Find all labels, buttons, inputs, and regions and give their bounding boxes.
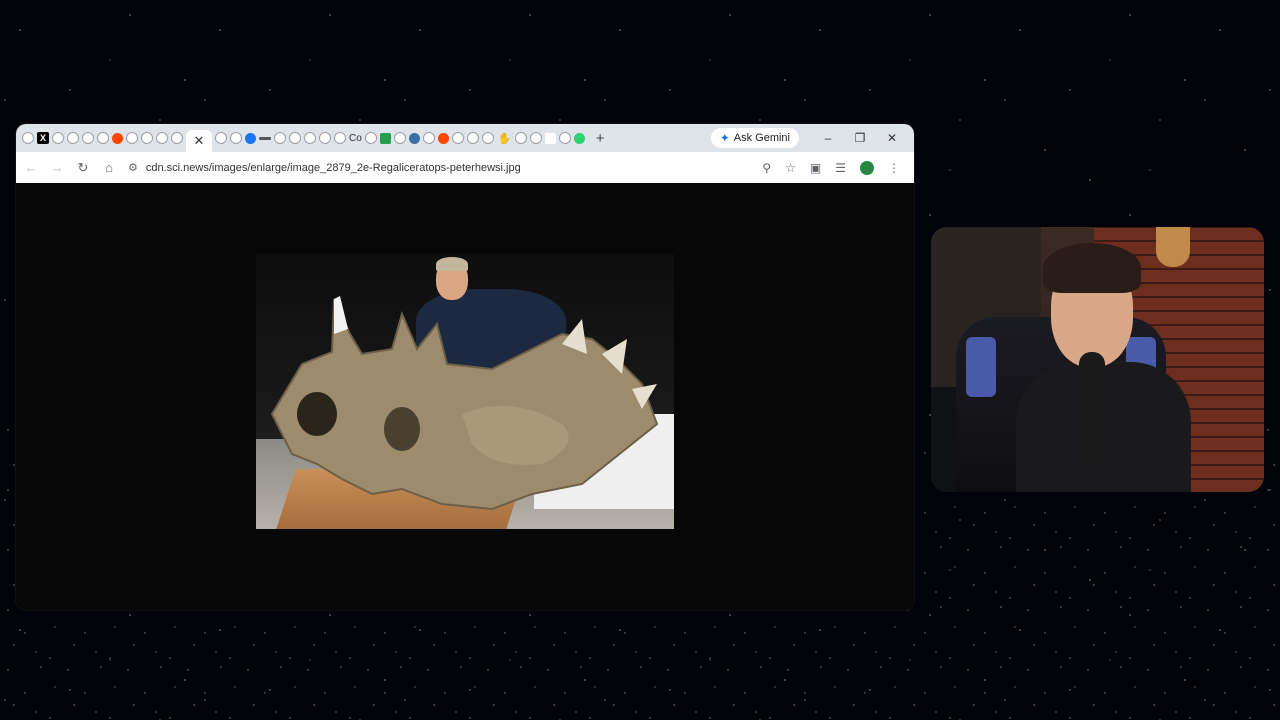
globe-icon[interactable] [364,132,377,144]
globe-icon[interactable] [304,132,316,144]
globe-icon[interactable] [451,132,464,144]
wordpress-icon[interactable] [408,132,420,144]
webcam-microphone [1079,352,1105,467]
globe-icon[interactable] [82,132,94,144]
photo-person-hair [436,257,468,271]
globe-icon[interactable] [319,132,331,144]
globe-icon[interactable] [481,132,494,144]
wikipedia-icon[interactable] [156,132,168,144]
site-info-icon[interactable]: ⚙ [128,161,138,174]
fossil-photo [256,254,674,529]
tab-active-close-button[interactable]: ✕ [186,130,212,152]
gemini-spark-icon: ✦ [719,131,730,145]
green-square-icon[interactable] [379,132,391,144]
globe-icon[interactable] [52,132,64,144]
white-square-icon[interactable] [544,132,556,144]
globe-icon[interactable] [529,132,542,144]
reddit-icon[interactable] [437,132,449,144]
dinosaur-skull-fossil [270,296,659,511]
globe-icon[interactable] [22,132,34,144]
globe-icon[interactable] [171,132,183,144]
globe-icon[interactable] [230,132,242,144]
zoom-search-icon[interactable]: ⚲ [762,161,771,175]
globe-icon[interactable] [126,132,138,144]
globe-icon[interactable] [289,132,301,144]
globe-icon[interactable] [215,132,227,144]
globe-icon[interactable] [274,132,286,144]
page-content [16,183,914,610]
bookmark-star-icon[interactable]: ☆ [785,161,796,175]
url-text[interactable]: cdn.sci.news/images/enlarge/image_2879_2… [146,162,521,174]
wikipedia-icon[interactable] [334,132,346,144]
globe-icon[interactable] [514,132,527,144]
webcam-chair-stripe-left [966,337,996,397]
minimize-button[interactable]: – [812,131,844,145]
window-close-button[interactable]: ✕ [876,131,908,145]
globe-icon[interactable] [558,132,571,144]
hand-icon[interactable]: ✋ [497,131,512,146]
menu-kebab-icon[interactable]: ⋮ [888,161,900,175]
reddit-icon[interactable] [112,132,123,144]
browser-toolbar: ← → ↻ ⌂ ⚙ cdn.sci.news/images/enlarge/im… [16,152,914,183]
media-control-icon[interactable]: ☰ [835,161,846,175]
webcam-lamp [1156,227,1190,267]
home-button[interactable]: ⌂ [102,160,116,175]
ask-gemini-label: Ask Gemini [733,132,790,144]
reload-button[interactable]: ↻ [76,160,90,176]
lens-icon[interactable]: ▣ [810,161,821,175]
globe-icon[interactable] [97,132,109,144]
browser-window: X ✕ Co ✋ + ✦ Ask Gemini – ❐ ✕ ← → ↻ ⌂ ⚙ cdn.… [16,124,914,610]
globe-icon[interactable] [422,132,435,144]
restore-button[interactable]: ❐ [844,131,876,145]
globe-icon[interactable] [393,132,406,144]
tab-strip: X ✕ Co ✋ + ✦ Ask Gemini – ❐ ✕ [16,124,914,152]
facebook-icon[interactable] [245,132,256,144]
dash-icon[interactable] [259,136,271,140]
profile-avatar[interactable]: J [860,160,874,175]
forward-button[interactable]: → [50,160,64,175]
globe-icon[interactable] [141,132,153,144]
globe-icon[interactable] [466,132,479,144]
toolbar-actions: ⚲ ☆ ▣ ☰ J ⋮ [762,160,900,175]
back-button[interactable]: ← [24,160,38,175]
address-bar[interactable]: ⚙ cdn.sci.news/images/enlarge/image_2879… [128,156,750,180]
co-icon[interactable]: Co [349,131,362,146]
ask-gemini-button[interactable]: ✦ Ask Gemini [710,128,799,148]
new-tab-button[interactable]: + [596,130,605,147]
window-controls: – ❐ ✕ [812,131,908,145]
webcam-overlay [931,227,1264,492]
green-circle-icon[interactable] [573,132,585,144]
webcam-person-hair [1043,243,1141,293]
globe-icon[interactable] [67,132,79,144]
x-logo-icon[interactable]: X [37,132,49,144]
